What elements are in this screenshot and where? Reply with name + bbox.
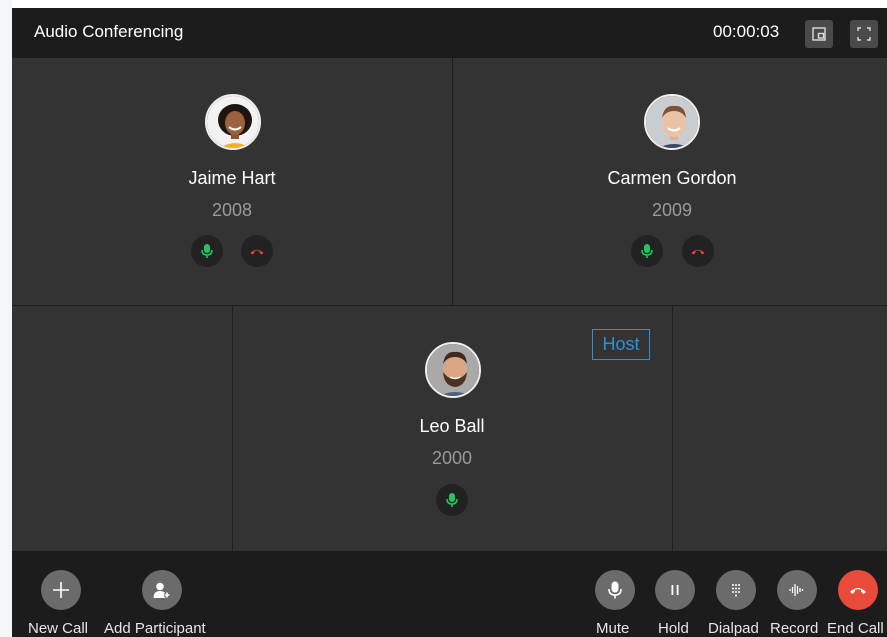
mic-icon <box>446 493 458 507</box>
participant-name: Jaime Hart <box>188 168 276 188</box>
mute-label: Mute <box>596 620 630 637</box>
divider <box>672 306 673 551</box>
end-call-label: End Call <box>827 620 884 637</box>
participant-mute-button[interactable] <box>631 235 663 267</box>
mic-icon <box>201 244 213 258</box>
participant-mute-button[interactable] <box>191 235 223 267</box>
avatar-carmen-gordon <box>644 94 700 150</box>
participant-extension: 2009 <box>651 200 693 220</box>
call-timer: 00:00:03 <box>713 22 780 41</box>
host-badge: Host <box>592 329 650 360</box>
dialpad-icon <box>732 584 740 597</box>
fullscreen-icon <box>857 27 871 41</box>
mute-button[interactable] <box>595 570 635 610</box>
participant-name: Carmen Gordon <box>607 168 737 188</box>
mic-icon <box>608 581 622 599</box>
end-call-button[interactable] <box>838 570 878 610</box>
add-participant-button[interactable] <box>142 570 182 610</box>
participant-extension: 2000 <box>431 448 473 468</box>
fullscreen-button[interactable] <box>850 20 878 48</box>
mic-icon <box>641 244 653 258</box>
hangup-icon <box>691 249 705 255</box>
audio-conferencing-window: Audio Conferencing 00:00:03 Jaime Hart 2… <box>12 8 887 637</box>
add-user-icon <box>153 582 170 598</box>
dialpad-label: Dialpad <box>708 620 759 637</box>
waveform-icon <box>789 584 804 596</box>
record-button[interactable] <box>777 570 817 610</box>
picture-in-picture-icon <box>812 27 826 41</box>
empty-tile-right <box>673 306 887 551</box>
plus-icon <box>53 582 69 598</box>
new-call-label: New Call <box>28 620 89 637</box>
participant-extension: 2008 <box>211 200 253 220</box>
record-label: Record <box>770 620 819 637</box>
window-title: Audio Conferencing <box>34 22 184 41</box>
divider <box>452 58 453 305</box>
hangup-icon <box>850 588 866 594</box>
new-call-button[interactable] <box>41 570 81 610</box>
participant-mute-button[interactable] <box>436 484 468 516</box>
participant-hangup-button[interactable] <box>241 235 273 267</box>
empty-tile-left <box>12 306 232 551</box>
participant-name: Leo Ball <box>419 416 485 436</box>
divider <box>12 305 887 306</box>
dialpad-button[interactable] <box>716 570 756 610</box>
participant-hangup-button[interactable] <box>682 235 714 267</box>
picture-in-picture-button[interactable] <box>805 20 833 48</box>
hangup-icon <box>250 249 264 255</box>
pause-icon <box>671 585 679 595</box>
title-bar: Audio Conferencing 00:00:03 <box>12 8 887 58</box>
call-controls-bar: New Call Add Participant Mute Hold Dialp… <box>12 551 887 637</box>
add-participant-label: Add Participant <box>104 620 206 637</box>
divider <box>232 306 233 551</box>
avatar-leo-ball <box>425 342 481 398</box>
hold-button[interactable] <box>655 570 695 610</box>
avatar-jaime-hart <box>205 94 261 150</box>
hold-label: Hold <box>658 620 689 637</box>
background-app-strip <box>0 0 12 637</box>
